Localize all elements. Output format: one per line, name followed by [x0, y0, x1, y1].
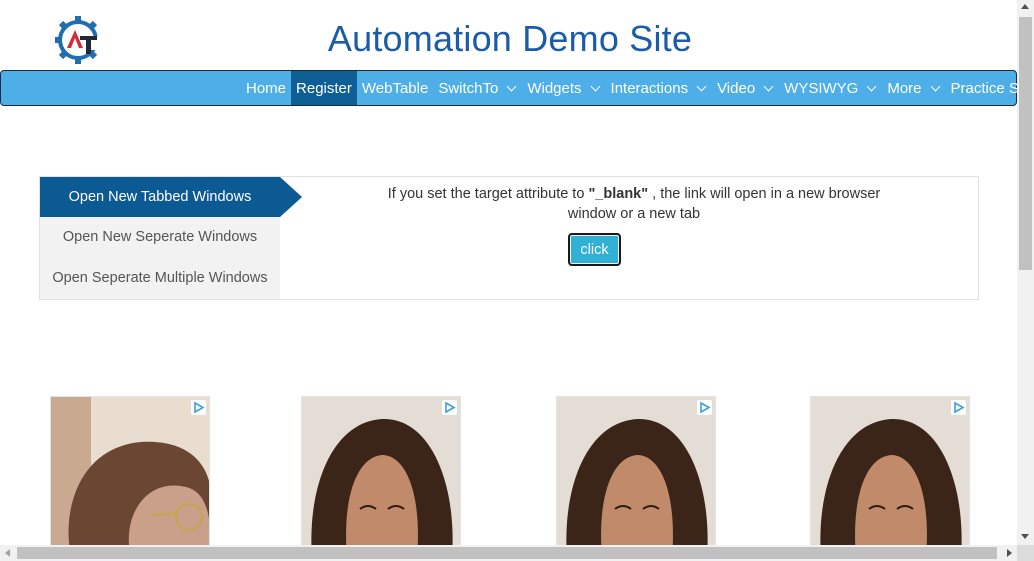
- nav-item-label: Home: [246, 79, 287, 97]
- vertical-scroll-thumb[interactable]: [1019, 17, 1032, 270]
- chevron-down-icon: [866, 81, 877, 91]
- adchoices-icon[interactable]: [442, 400, 457, 415]
- site-title: Automation Demo Site: [327, 18, 693, 59]
- adchoices-icon[interactable]: [951, 400, 966, 415]
- ad-photo: [811, 397, 969, 545]
- site-logo[interactable]: [53, 14, 103, 66]
- tab-list: Open New Tabbed Windows Open New Seperat…: [40, 177, 280, 299]
- tab-content: If you set the target attribute to "_bla…: [280, 177, 978, 299]
- nav-item-home[interactable]: Home: [241, 71, 291, 105]
- scroll-left-arrow-icon[interactable]: [5, 549, 10, 557]
- scroll-up-arrow-icon[interactable]: [1021, 4, 1029, 9]
- nav-item-label: Interactions: [610, 79, 689, 97]
- chevron-down-icon: [696, 81, 707, 91]
- nav-item-wysiwyg[interactable]: WYSIWYG: [779, 71, 882, 105]
- ad-banner[interactable]: [301, 396, 461, 545]
- tab-description: If you set the target attribute to "_bla…: [370, 184, 898, 224]
- vertical-scrollbar[interactable]: [1017, 0, 1034, 545]
- nav-item-label: SwitchTo: [438, 79, 499, 97]
- nav-item-video[interactable]: Video: [712, 71, 779, 105]
- chevron-down-icon: [763, 81, 774, 91]
- nav-item-label: WebTable: [361, 79, 429, 97]
- gear-logo-icon: [55, 16, 103, 64]
- tab-label: Open New Seperate Windows: [62, 229, 258, 245]
- nav-item-label: Practice Site: [950, 79, 1017, 97]
- tab-label: Open Seperate Multiple Windows: [52, 270, 268, 286]
- nav-item-label: More: [887, 79, 922, 97]
- nav-item-label: WYSIWYG: [784, 79, 859, 97]
- horizontal-scroll-thumb[interactable]: [17, 547, 997, 559]
- tab-open-new-seperate-windows[interactable]: Open New Seperate Windows: [40, 217, 280, 257]
- nav-item-label: Widgets: [527, 79, 582, 97]
- chevron-down-icon: [506, 81, 517, 91]
- ad-banner[interactable]: [556, 396, 716, 545]
- nav-item-register[interactable]: Register: [291, 71, 357, 105]
- tab-label: Open New Tabbed Windows: [68, 189, 252, 205]
- nav-item-label: Register: [296, 79, 352, 97]
- page-viewport: Automation Demo Site Home Register WebTabl…: [0, 0, 1017, 545]
- adchoices-icon[interactable]: [191, 400, 206, 415]
- click-button[interactable]: click: [568, 233, 621, 266]
- ad-photo: [51, 397, 209, 545]
- nav-item-practice-site[interactable]: Practice Site: [946, 71, 1017, 105]
- nav-list: Home Register WebTable SwitchTo Widgets Inter…: [241, 71, 1017, 105]
- desc-text-bold: "_blank": [588, 186, 649, 202]
- tab-open-seperate-multiple-windows[interactable]: Open Seperate Multiple Windows: [40, 258, 280, 298]
- horizontal-scrollbar[interactable]: [0, 545, 1017, 561]
- tab-open-new-tabbed-windows[interactable]: Open New Tabbed Windows: [40, 177, 280, 217]
- ad-photo: [302, 397, 460, 545]
- scroll-right-arrow-icon[interactable]: [1007, 549, 1012, 557]
- nav-item-switchto[interactable]: SwitchTo: [433, 71, 522, 105]
- nav-item-webtable[interactable]: WebTable: [357, 71, 433, 105]
- nav-item-more[interactable]: More: [882, 71, 945, 105]
- chevron-down-icon: [930, 81, 940, 91]
- adchoices-icon[interactable]: [697, 400, 712, 415]
- switch-windows-panel: Open New Tabbed Windows Open New Seperat…: [39, 176, 979, 300]
- nav-item-label: Video: [717, 79, 756, 97]
- chevron-down-icon: [590, 81, 600, 91]
- ad-banner[interactable]: [810, 396, 970, 545]
- desc-text-before: If you set the target attribute to: [387, 186, 589, 202]
- main-navbar: Home Register WebTable SwitchTo Widgets Inter…: [0, 70, 1017, 106]
- ad-banner[interactable]: [50, 396, 210, 545]
- scroll-down-arrow-icon[interactable]: [1021, 534, 1029, 539]
- ad-photo: [557, 397, 715, 545]
- nav-item-widgets[interactable]: Widgets: [522, 71, 605, 105]
- scrollbar-corner: [1017, 545, 1034, 561]
- nav-item-interactions[interactable]: Interactions: [606, 71, 713, 105]
